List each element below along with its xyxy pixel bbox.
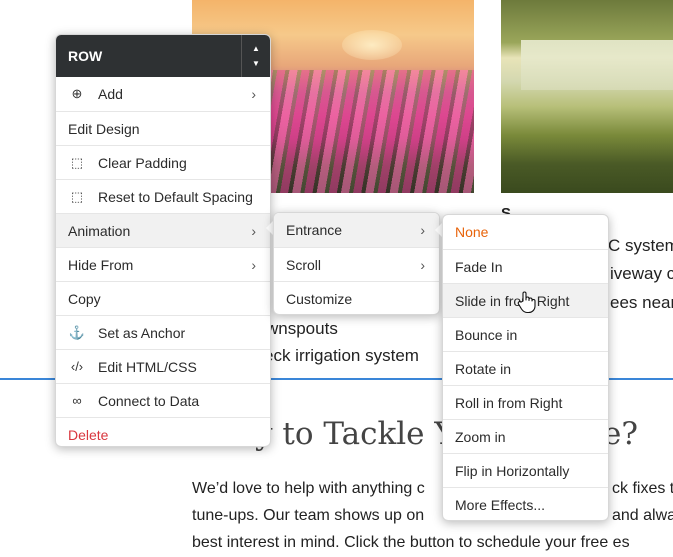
move-up-icon[interactable]: ▲ — [252, 44, 260, 53]
animation-item-label: Customize — [286, 290, 353, 307]
row-menu-item-label: Reset to Default Spacing — [98, 188, 253, 205]
row-menu-title: ROW — [68, 48, 103, 64]
body-line-2b: and alwa — [612, 507, 673, 524]
animation-submenu-items: Entrance › Scroll › Customize — [274, 213, 439, 314]
submenu-pointer-2 — [435, 223, 442, 237]
lake-photo[interactable] — [501, 0, 673, 193]
right-column-line-3: ees near — [610, 293, 673, 312]
entrance-item-more-effects[interactable]: More Effects... — [443, 487, 608, 520]
entrance-item-rotate-in[interactable]: Rotate in — [443, 351, 608, 385]
row-menu-item-label: Connect to Data — [98, 392, 200, 409]
chevron-right-icon: › — [420, 257, 425, 273]
row-menu-item-edit-design[interactable]: Edit Design — [56, 111, 270, 145]
entrance-item-none[interactable]: None — [443, 215, 608, 249]
animation-item-label: Scroll — [286, 256, 322, 273]
entrance-item-label: None — [455, 224, 489, 240]
submenu-pointer — [266, 221, 273, 235]
row-menu-item-connect-to-data[interactable]: ∞ Connect to Data — [56, 383, 270, 417]
row-context-menu: ROW ▲ ▼ ⊕ Add › Edit Design ⬚ Clear Padding ⬚ R… — [55, 34, 271, 447]
section-heading-left: y to Tackle Yo — [255, 416, 471, 452]
body-line-2a: tune-ups. Our team shows up on — [192, 507, 425, 524]
body-line-3: best interest in mind. Click the button … — [192, 534, 630, 551]
body-line-1b: ck fixes t — [612, 480, 673, 497]
row-menu-item-label: Animation — [68, 222, 131, 239]
row-menu-item-delete[interactable]: Delete — [56, 417, 270, 446]
animation-item-customize[interactable]: Customize — [274, 281, 439, 314]
code-icon: ‹/› — [70, 359, 84, 374]
row-menu-item-set-as-anchor[interactable]: ⚓ Set as Anchor — [56, 315, 270, 349]
entrance-item-roll-in-from-right[interactable]: Roll in from Right — [443, 385, 608, 419]
right-column-line-2: iveway c — [610, 264, 673, 283]
entrance-submenu-items: None Fade In Slide in from Right Bounce in R… — [443, 215, 608, 520]
link-icon: ∞ — [72, 393, 82, 408]
list-line-irrigation: eck irrigation system — [264, 346, 419, 365]
entrance-item-label: Slide in from Right — [455, 292, 570, 309]
animation-item-label: Entrance — [286, 222, 343, 238]
row-menu-item-clear-padding[interactable]: ⬚ Clear Padding — [56, 145, 270, 179]
anchor-icon: ⚓ — [68, 324, 86, 340]
row-menu-item-label: Edit HTML/CSS — [98, 358, 197, 375]
animation-submenu: Entrance › Scroll › Customize — [273, 212, 440, 315]
entrance-item-label: Roll in from Right — [455, 394, 563, 411]
chevron-right-icon: › — [251, 86, 256, 102]
entrance-item-label: Flip in Horizontally — [455, 462, 570, 479]
entrance-item-label: More Effects... — [455, 496, 545, 513]
row-menu-item-label: Edit Design — [68, 120, 140, 137]
row-menu-item-label: Hide From — [68, 256, 134, 273]
row-menu-item-edit-html-css[interactable]: ‹/› Edit HTML/CSS — [56, 349, 270, 383]
padding-icon: ⬚ — [70, 154, 84, 170]
chevron-right-icon: › — [251, 223, 256, 239]
entrance-item-fade-in[interactable]: Fade In — [443, 249, 608, 283]
row-reorder-arrows: ▲ ▼ — [241, 35, 270, 77]
row-menu-item-animation[interactable]: Animation › — [56, 213, 270, 247]
entrance-submenu: None Fade In Slide in from Right Bounce in R… — [442, 214, 609, 521]
row-menu-items: ⊕ Add › Edit Design ⬚ Clear Padding ⬚ Reset to … — [56, 77, 270, 446]
entrance-item-label: Rotate in — [455, 360, 512, 377]
spacing-icon: ⬚ — [70, 188, 84, 204]
row-menu-header: ROW ▲ ▼ — [56, 35, 270, 77]
chevron-right-icon: › — [251, 257, 256, 273]
entrance-item-flip-in-horizontally[interactable]: Flip in Horizontally — [443, 453, 608, 487]
sun-glow — [342, 30, 402, 60]
plus-circle-icon: ⊕ — [71, 86, 83, 101]
entrance-item-label: Fade In — [455, 258, 503, 275]
right-column-line-1: C system — [608, 236, 673, 255]
row-menu-item-label: Set as Anchor — [98, 324, 186, 341]
row-menu-item-reset-to-default-spacing[interactable]: ⬚ Reset to Default Spacing — [56, 179, 270, 213]
move-down-icon[interactable]: ▼ — [252, 59, 260, 68]
body-line-1a: We’d love to help with anything c — [192, 480, 425, 497]
chevron-right-icon: › — [420, 222, 425, 238]
animation-item-entrance[interactable]: Entrance › — [274, 213, 439, 247]
row-menu-item-label: Clear Padding — [98, 154, 187, 171]
entrance-item-zoom-in[interactable]: Zoom in — [443, 419, 608, 453]
lake-water — [521, 40, 673, 90]
row-menu-item-copy[interactable]: Copy — [56, 281, 270, 315]
row-menu-item-add[interactable]: ⊕ Add › — [56, 77, 270, 111]
entrance-item-bounce-in[interactable]: Bounce in — [443, 317, 608, 351]
row-menu-item-label: Add — [98, 86, 123, 102]
row-menu-item-hide-from[interactable]: Hide From › — [56, 247, 270, 281]
row-menu-item-label: Copy — [68, 290, 101, 307]
entrance-item-label: Bounce in — [455, 326, 518, 343]
hand-cursor-icon — [517, 291, 536, 314]
entrance-item-label: Zoom in — [455, 428, 506, 445]
animation-item-scroll[interactable]: Scroll › — [274, 247, 439, 281]
row-menu-item-label: Delete — [68, 426, 109, 443]
list-line-downspouts: wnspouts — [266, 319, 338, 338]
